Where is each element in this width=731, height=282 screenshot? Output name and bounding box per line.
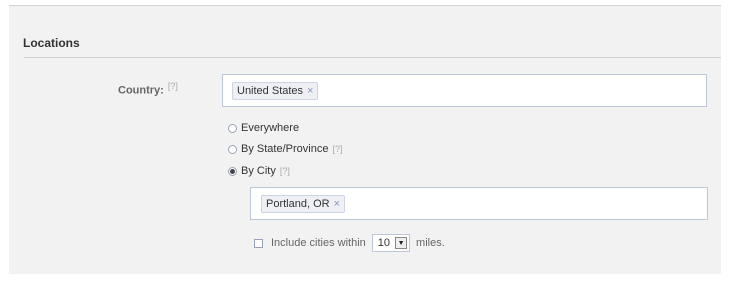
city-token-label: Portland, OR (266, 198, 330, 210)
by-city-help-icon[interactable]: [?] (280, 166, 290, 176)
by-state-help-icon[interactable]: [?] (332, 144, 342, 154)
country-label: Country: [?] (118, 81, 178, 97)
radio-by-state-icon[interactable] (228, 144, 237, 154)
city-token-remove-icon[interactable]: × (334, 198, 340, 210)
radius-select-value: 10 (377, 237, 391, 249)
country-label-text: Country: (118, 84, 164, 97)
include-cities-unit: miles. (416, 237, 445, 249)
country-input[interactable]: United States × (222, 74, 707, 107)
radio-by-city-icon[interactable] (228, 166, 237, 176)
radio-everywhere-icon[interactable] (228, 123, 237, 133)
include-cities-checkbox[interactable] (254, 238, 263, 248)
country-token: United States × (232, 82, 319, 100)
radius-select[interactable]: 10 ▼ (371, 234, 411, 252)
country-token-remove-icon[interactable]: × (307, 85, 313, 97)
city-input[interactable]: Portland, OR × (250, 187, 708, 220)
city-token: Portland, OR × (261, 195, 346, 213)
chevron-down-icon[interactable]: ▼ (395, 237, 408, 249)
radio-by-city[interactable]: By City [?] (228, 165, 290, 177)
section-title: Locations (23, 36, 80, 50)
section-divider (24, 57, 721, 58)
radio-by-state-label: By State/Province (241, 143, 329, 155)
include-cities-row: Include cities within 10 ▼ miles. (254, 234, 445, 252)
radio-by-city-label: By City (241, 165, 276, 177)
include-cities-label: Include cities within (271, 237, 366, 249)
radio-everywhere[interactable]: Everywhere (228, 122, 299, 134)
country-help-icon[interactable]: [?] (168, 81, 178, 91)
radio-by-state[interactable]: By State/Province [?] (228, 143, 342, 155)
country-token-label: United States (237, 85, 304, 97)
radio-everywhere-label: Everywhere (241, 122, 300, 134)
